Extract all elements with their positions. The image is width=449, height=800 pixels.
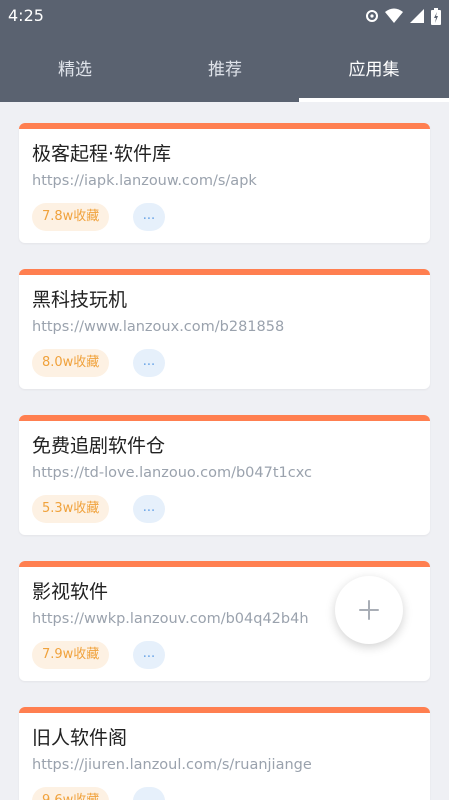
collection-list[interactable]: 极客起程·软件库 https://iapk.lanzouw.com/s/apk … (0, 102, 449, 800)
favorites-badge: 9.6w收藏 (32, 787, 110, 800)
card-accent-bar (19, 707, 430, 713)
favorites-badge: 8.0w收藏 (32, 349, 110, 377)
favorites-badge: 7.9w收藏 (32, 641, 110, 669)
more-button[interactable]: ... (133, 203, 165, 231)
card-title: 黑科技玩机 (32, 289, 128, 311)
card-title: 旧人软件阁 (32, 727, 128, 749)
more-button[interactable]: ... (133, 349, 165, 377)
collection-card[interactable]: 黑科技玩机 https://www.lanzoux.com/b281858 8.… (19, 269, 430, 389)
tab-featured[interactable]: 精选 (0, 32, 150, 102)
card-title: 影视软件 (32, 581, 109, 603)
card-accent-bar (19, 561, 430, 567)
favorites-badge: 7.8w收藏 (32, 203, 110, 231)
card-accent-bar (19, 123, 430, 129)
collection-card[interactable]: 免费追剧软件仓 https://td-love.lanzouo.com/b047… (19, 415, 430, 535)
status-icons (365, 7, 441, 25)
favorites-badge: 5.3w收藏 (32, 495, 110, 523)
more-button[interactable]: ... (133, 495, 165, 523)
card-title: 极客起程·软件库 (32, 143, 172, 165)
battery-icon (431, 7, 441, 25)
wifi-icon (385, 8, 403, 23)
collection-card[interactable]: 极客起程·软件库 https://iapk.lanzouw.com/s/apk … (19, 123, 430, 243)
settings-dot-icon (366, 10, 378, 22)
status-time: 4:25 (8, 6, 44, 25)
card-url: https://iapk.lanzouw.com/s/apk (32, 173, 257, 189)
card-url: https://jiuren.lanzoul.com/s/ruanjiange (32, 757, 312, 773)
more-button[interactable]: ... (133, 787, 165, 800)
card-url: https://www.lanzoux.com/b281858 (32, 319, 285, 335)
collection-card[interactable]: 旧人软件阁 https://jiuren.lanzoul.com/s/ruanj… (19, 707, 430, 800)
tab-app-collections[interactable]: 应用集 (299, 32, 449, 102)
card-accent-bar (19, 269, 430, 275)
add-collection-button[interactable] (335, 576, 403, 644)
tab-recommended[interactable]: 推荐 (150, 32, 300, 102)
plus-icon (359, 600, 379, 620)
tab-bar: 精选 推荐 应用集 (0, 32, 449, 102)
status-bar: 4:25 (0, 0, 449, 32)
card-accent-bar (19, 415, 430, 421)
card-url: https://wwkp.lanzouv.com/b04q42b4h (32, 611, 309, 627)
card-url: https://td-love.lanzouo.com/b047t1cxc (32, 465, 313, 481)
signal-icon (410, 9, 424, 23)
more-button[interactable]: ... (133, 641, 165, 669)
card-title: 免费追剧软件仓 (32, 435, 166, 457)
